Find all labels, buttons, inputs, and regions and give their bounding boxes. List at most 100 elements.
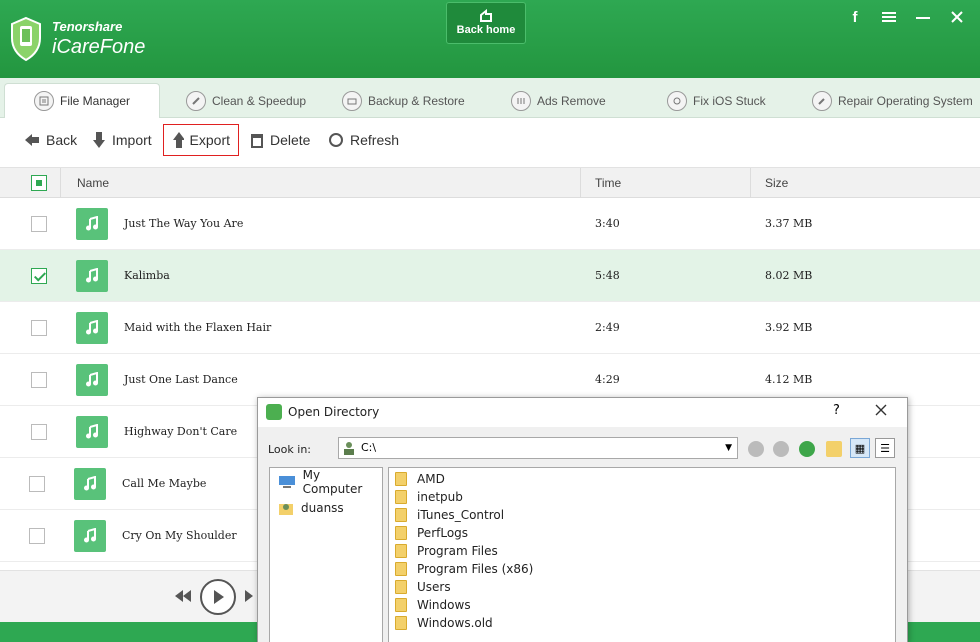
tab-backup-restore[interactable]: Backup & Restore xyxy=(342,83,465,118)
music-icon xyxy=(76,416,108,448)
song-name: Cry On My Shoulder xyxy=(122,529,237,542)
song-name: Maid with the Flaxen Hair xyxy=(124,321,272,334)
chevron-down-icon: ▼ xyxy=(725,443,732,453)
list-item[interactable]: AMD xyxy=(395,470,445,488)
back-button[interactable]: Back xyxy=(24,124,77,156)
folder-icon xyxy=(395,490,407,504)
look-in-dropdown[interactable]: C:\ ▼ xyxy=(338,437,738,459)
folder-name: Program Files (x86) xyxy=(417,562,534,576)
export-button[interactable]: Export xyxy=(163,124,239,156)
previous-track-icon[interactable] xyxy=(174,589,192,603)
sidebar-item-label: duanss xyxy=(301,501,344,515)
open-directory-dialog: Open Directory ? Look in: C:\ ▼ ▦ ☰ My C… xyxy=(257,397,908,642)
row-checkbox[interactable] xyxy=(31,372,47,388)
import-button[interactable]: Import xyxy=(92,124,152,156)
brand-company: Tenorshare xyxy=(52,19,123,34)
song-name: Kalimba xyxy=(124,269,170,282)
folder-name: Program Files xyxy=(417,544,498,558)
import-label: Import xyxy=(112,132,152,148)
refresh-icon xyxy=(667,90,687,111)
refresh-label: Refresh xyxy=(350,132,400,148)
song-time: 5:48 xyxy=(595,269,620,282)
folder-name: AMD xyxy=(417,472,445,486)
folder-name: iTunes_Control xyxy=(417,508,505,522)
facebook-icon[interactable]: f xyxy=(846,8,864,26)
sidebar-item-label: My Computer xyxy=(302,468,363,496)
song-time: 2:49 xyxy=(595,321,620,334)
folder-icon xyxy=(395,508,407,522)
refresh-button[interactable]: Refresh xyxy=(328,124,399,156)
list-view-button[interactable]: ▦ xyxy=(850,438,870,458)
column-size[interactable]: Size xyxy=(765,168,788,198)
music-icon xyxy=(76,364,108,396)
row-checkbox[interactable] xyxy=(31,320,47,336)
parent-folder-icon[interactable] xyxy=(799,441,815,457)
music-icon xyxy=(74,520,106,552)
folder-list: AMD inetpub iTunes_Control PerfLogs Prog… xyxy=(388,467,896,642)
tab-repair-os[interactable]: Repair Operating System xyxy=(812,83,973,118)
tab-ads-remove[interactable]: Ads Remove xyxy=(511,83,606,118)
tab-label: Backup & Restore xyxy=(368,93,465,108)
detail-view-button[interactable]: ☰ xyxy=(875,438,895,458)
song-size: 3.37 MB xyxy=(765,217,813,230)
dialog-title-bar: Open Directory ? xyxy=(258,398,907,427)
arrow-up-icon xyxy=(173,132,184,148)
close-icon xyxy=(875,404,887,416)
play-button[interactable] xyxy=(200,579,236,615)
list-item[interactable]: Windows xyxy=(395,596,471,614)
trash-icon xyxy=(251,134,263,148)
sidebar-item-user[interactable]: duanss xyxy=(278,498,344,518)
row-checkbox[interactable] xyxy=(31,216,47,232)
music-icon xyxy=(76,260,108,292)
list-item[interactable]: Users xyxy=(395,578,451,596)
minimize-icon[interactable] xyxy=(914,8,932,26)
list-item[interactable]: Program Files xyxy=(395,542,498,560)
song-name: Highway Don't Care xyxy=(124,425,238,438)
tab-fix-ios-stuck[interactable]: Fix iOS Stuck xyxy=(667,83,766,118)
user-drive-icon xyxy=(344,442,354,455)
list-item[interactable]: Program Files (x86) xyxy=(395,560,533,578)
song-size: 3.92 MB xyxy=(765,321,813,334)
table-row[interactable]: Maid with the Flaxen Hair 2:49 3.92 MB xyxy=(0,302,980,354)
close-icon[interactable] xyxy=(948,8,966,26)
list-item[interactable]: Windows.old xyxy=(395,614,493,632)
places-sidebar: My Computer duanss xyxy=(269,467,383,642)
back-home-icon xyxy=(480,9,492,22)
back-nav-icon[interactable] xyxy=(748,441,764,457)
list-item[interactable]: inetpub xyxy=(395,488,463,506)
help-button[interactable]: ? xyxy=(833,403,840,418)
menu-icon[interactable] xyxy=(880,8,898,26)
backup-icon xyxy=(342,90,362,111)
new-folder-icon[interactable] xyxy=(826,441,842,457)
sidebar-item-my-computer[interactable]: My Computer xyxy=(278,468,382,496)
delete-label: Delete xyxy=(270,132,311,148)
row-checkbox[interactable] xyxy=(31,268,47,284)
row-checkbox[interactable] xyxy=(29,476,45,492)
tab-clean-speedup[interactable]: Clean & Speedup xyxy=(186,83,306,118)
column-time[interactable]: Time xyxy=(595,168,621,198)
tab-label: Clean & Speedup xyxy=(212,93,307,108)
computer-icon xyxy=(279,476,295,488)
table-row[interactable]: Kalimba 5:48 8.02 MB xyxy=(0,250,980,302)
dialog-close-button[interactable] xyxy=(875,401,887,421)
list-item[interactable]: PerfLogs xyxy=(395,524,468,542)
table-header: Name Time Size xyxy=(0,168,980,198)
row-checkbox[interactable] xyxy=(29,528,45,544)
app-header: Tenorshare iCareFone Back home f xyxy=(0,0,980,78)
column-name[interactable]: Name xyxy=(77,168,109,198)
select-all-checkbox[interactable] xyxy=(31,175,47,191)
back-home-button[interactable]: Back home xyxy=(446,2,526,44)
list-item[interactable]: iTunes_Control xyxy=(395,506,504,524)
table-row[interactable]: Just The Way You Are 3:40 3.37 MB xyxy=(0,198,980,250)
folder-icon xyxy=(395,598,407,612)
delete-button[interactable]: Delete xyxy=(250,124,310,156)
folder-name: inetpub xyxy=(417,490,463,504)
row-checkbox[interactable] xyxy=(31,424,47,440)
folder-icon xyxy=(395,616,407,630)
window-controls: f xyxy=(846,8,966,26)
tab-file-manager[interactable]: File Manager xyxy=(4,83,160,118)
forward-nav-icon[interactable] xyxy=(773,441,789,457)
look-in-label: Look in: xyxy=(268,443,311,456)
dialog-title: Open Directory xyxy=(288,405,380,419)
next-track-icon[interactable] xyxy=(244,589,258,603)
